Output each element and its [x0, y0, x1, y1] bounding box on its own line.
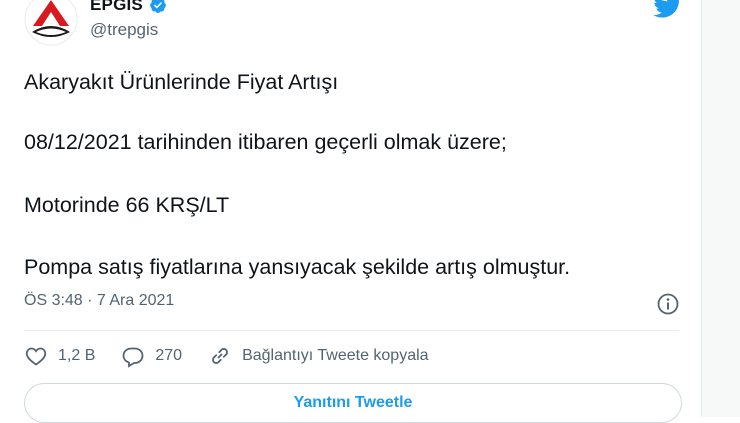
link-icon[interactable] — [208, 344, 232, 368]
tweet-line-date: 08/12/2021 tarihinden itibaren geçerli o… — [24, 130, 507, 154]
reply-count: 270 — [155, 347, 183, 364]
copy-link-label: Bağlantıyı Tweete kopyala — [242, 347, 429, 364]
verified-badge-icon — [150, 0, 166, 13]
info-icon[interactable] — [656, 292, 680, 316]
reply-tweet-button[interactable]: Yanıtını Tweetle — [24, 383, 682, 423]
tweet-card: EPGIS @trepgis Akaryakıt Ürünlerinde Fiy… — [0, 0, 702, 423]
like-action[interactable]: 1,2 B — [24, 344, 95, 368]
heart-icon[interactable] — [24, 344, 48, 368]
divider — [24, 330, 679, 331]
twitter-bird-icon[interactable] — [653, 0, 683, 18]
tweet-line-title: Akaryakıt Ürünlerinde Fiyat Artışı — [24, 70, 339, 94]
tweet-line-price: Motorinde 66 KRŞ/LT — [24, 193, 230, 217]
author-handle[interactable]: @trepgis — [90, 20, 167, 40]
author-block: EPGIS @trepgis — [90, 0, 167, 40]
author-name[interactable]: EPGIS — [90, 0, 143, 15]
page-gutter — [702, 0, 740, 417]
epgis-logo — [24, 0, 78, 46]
tweet-line-note: Pompa satış fiyatlarına yansıyacak şekil… — [24, 255, 571, 279]
copy-link-action[interactable]: Bağlantıyı Tweete kopyala — [208, 344, 429, 368]
tweet-timestamp[interactable]: ÖS 3:48 · 7 Ara 2021 — [24, 292, 174, 310]
avatar[interactable] — [24, 0, 78, 46]
reply-icon[interactable] — [121, 344, 145, 368]
action-bar: 1,2 B 270 Bağlantıyı Tweete kopyala — [24, 344, 455, 368]
reply-action[interactable]: 270 — [121, 344, 182, 368]
like-count: 1,2 B — [58, 347, 96, 364]
